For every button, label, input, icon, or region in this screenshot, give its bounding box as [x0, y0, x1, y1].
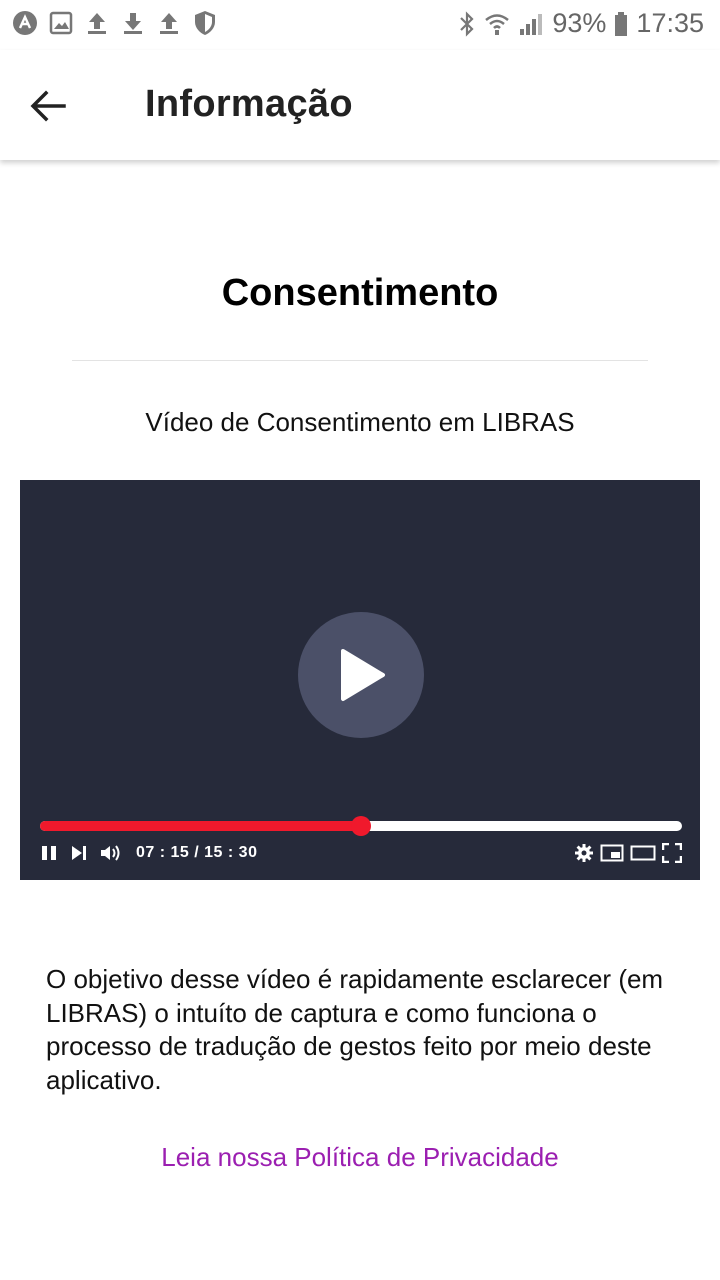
app-icon — [12, 10, 38, 36]
status-bar: 93% 17:35 — [0, 0, 720, 50]
upload-icon — [84, 10, 110, 36]
app-bar: Informação — [0, 50, 720, 160]
signal-icon — [518, 12, 544, 36]
arrow-left-icon — [30, 90, 66, 122]
bluetooth-icon — [458, 10, 476, 37]
page-title: Informação — [145, 83, 353, 125]
settings-icon — [575, 844, 593, 862]
back-button[interactable] — [22, 80, 74, 132]
fullscreen-button[interactable] — [662, 840, 682, 866]
divider — [72, 360, 648, 361]
upload-icon — [156, 10, 182, 36]
volume-icon — [101, 845, 120, 861]
video-caption: Vídeo de Consentimento em LIBRAS — [145, 407, 575, 437]
description-text: O objetivo desse vídeo é rapidamente esc… — [46, 964, 664, 1095]
battery-percent: 93% — [552, 8, 607, 38]
system-status: 93% 17:35 — [458, 8, 704, 39]
section-heading: Consentimento — [221, 272, 499, 314]
download-icon — [120, 10, 146, 36]
battery-icon — [614, 11, 628, 37]
player-controls: 07 : 15 / 15 : 30 — [40, 840, 682, 866]
miniplayer-button[interactable] — [600, 840, 624, 866]
progress-bar[interactable] — [40, 816, 682, 836]
shield-icon — [192, 10, 218, 36]
time-display: 07 : 15 / 15 : 30 — [136, 844, 258, 861]
theater-button[interactable] — [630, 840, 656, 866]
settings-button[interactable] — [574, 840, 594, 866]
miniplayer-icon — [600, 844, 624, 862]
pause-button[interactable] — [40, 840, 58, 866]
skip-next-button[interactable] — [70, 840, 88, 866]
play-button[interactable] — [298, 612, 424, 738]
pause-icon — [42, 846, 56, 860]
play-icon — [341, 649, 385, 701]
privacy-policy-link[interactable]: Leia nossa Política de Privacidade — [0, 1142, 720, 1173]
progress-played — [40, 821, 361, 831]
progress-handle[interactable] — [351, 816, 371, 836]
clock: 17:35 — [636, 8, 704, 38]
notification-icons — [12, 10, 218, 36]
video-player[interactable]: 07 : 15 / 15 : 30 — [20, 480, 700, 880]
image-icon — [48, 10, 74, 36]
volume-button[interactable] — [100, 840, 122, 866]
wifi-icon — [484, 12, 510, 36]
skip-next-icon — [72, 846, 86, 860]
theater-icon — [630, 845, 656, 861]
fullscreen-icon — [662, 843, 682, 863]
